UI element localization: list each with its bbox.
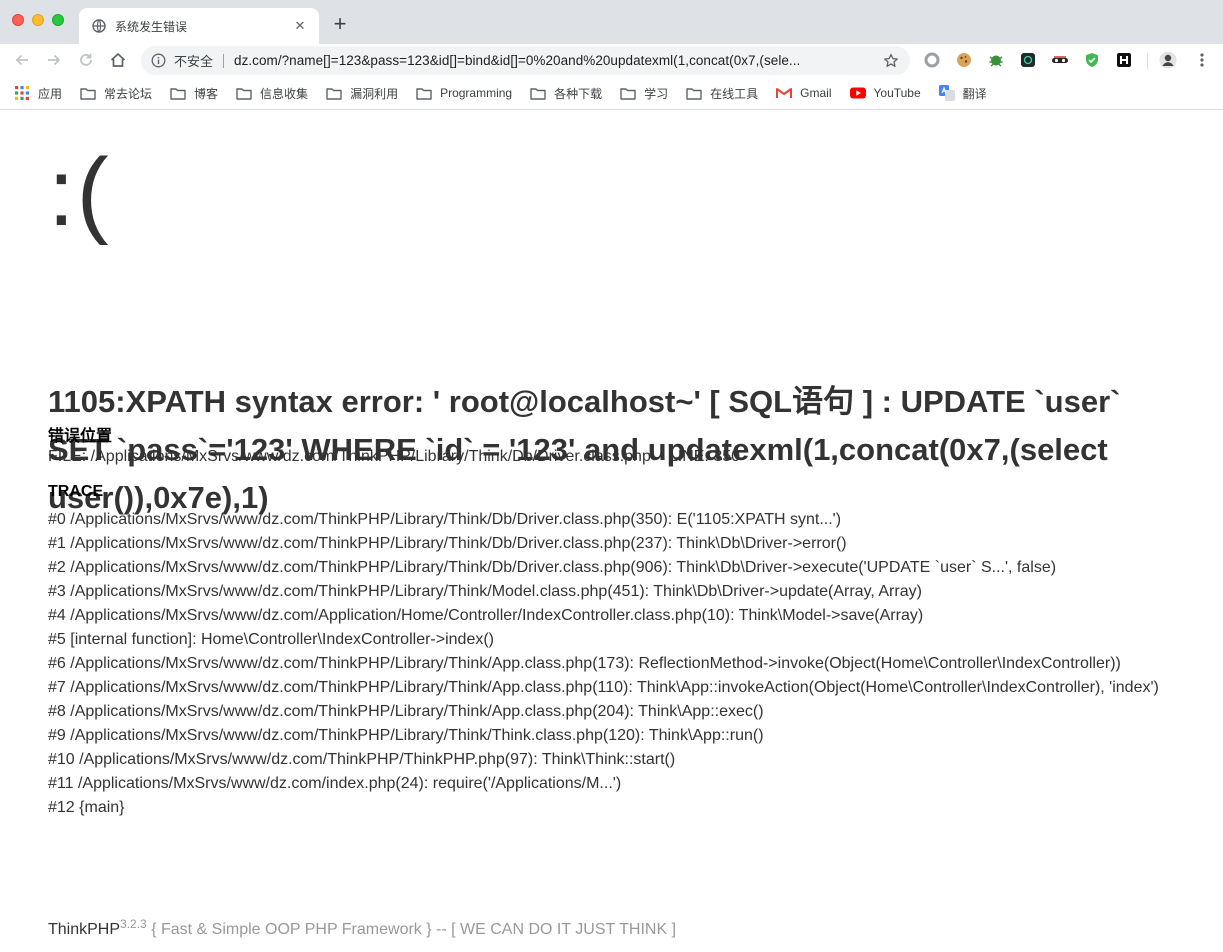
bookmark-folder[interactable]: 各种下载 bbox=[530, 85, 602, 102]
minimize-window-button[interactable] bbox=[32, 14, 44, 26]
framework-slogan: { Fast & Simple OOP PHP Framework } -- [… bbox=[151, 921, 677, 938]
trace-row: #1 /Applications/MxSrvs/www/dz.com/Think… bbox=[48, 535, 847, 552]
tab-title: 系统发生错误 bbox=[115, 19, 188, 34]
toolbar-divider bbox=[1147, 53, 1148, 69]
globe-icon bbox=[91, 18, 107, 34]
trace-row: #9 /Applications/MxSrvs/www/dz.com/Think… bbox=[48, 727, 764, 744]
new-tab-button[interactable]: + bbox=[330, 12, 350, 36]
folder-icon bbox=[236, 86, 252, 100]
folder-icon bbox=[416, 86, 432, 100]
tab-close-icon[interactable]: ✕ bbox=[291, 17, 309, 35]
address-bar[interactable]: 不安全 dz.com/?name[]=123&pass=123&id[]=bin… bbox=[141, 46, 910, 75]
trace-list: #0 /Applications/MxSrvs/www/dz.com/Think… bbox=[48, 508, 1188, 820]
tab-strip: 系统发生错误 ✕ + bbox=[0, 0, 1223, 44]
bookmark-label: 各种下载 bbox=[554, 86, 603, 101]
home-icon[interactable] bbox=[107, 49, 129, 71]
shield-extension-icon[interactable] bbox=[1083, 51, 1101, 69]
trace-row: #2 /Applications/MxSrvs/www/dz.com/Think… bbox=[48, 559, 1057, 576]
info-icon[interactable] bbox=[150, 53, 166, 69]
error-file-line: FILE: /Applications/MxSrvs/www/dz.com/Th… bbox=[48, 448, 740, 466]
menu-kebab-icon[interactable] bbox=[1193, 51, 1211, 69]
trace-row: #12 {main} bbox=[48, 799, 125, 816]
trace-row: #10 /Applications/MxSrvs/www/dz.com/Thin… bbox=[48, 751, 676, 768]
cookie-extension-icon[interactable] bbox=[955, 51, 973, 69]
bookmark-folder[interactable]: 学习 bbox=[620, 85, 668, 102]
trace-row: #4 /Applications/MxSrvs/www/dz.com/Appli… bbox=[48, 607, 924, 624]
trace-row: #6 /Applications/MxSrvs/www/dz.com/Think… bbox=[48, 655, 1121, 672]
zoom-window-button[interactable] bbox=[52, 14, 64, 26]
gmail-icon bbox=[776, 86, 793, 100]
bookmark-star-icon[interactable] bbox=[882, 52, 900, 70]
bookmark-apps[interactable]: 应用 bbox=[14, 85, 62, 102]
bookmark-folder[interactable]: 常去论坛 bbox=[80, 85, 152, 102]
bookmark-label: 学习 bbox=[644, 86, 669, 101]
close-window-button[interactable] bbox=[12, 14, 24, 26]
error-line: LINE: 350 bbox=[668, 448, 741, 465]
bookmark-label: 应用 bbox=[38, 86, 63, 101]
framework-brand[interactable]: ThinkPHP bbox=[48, 921, 120, 938]
translate-icon bbox=[938, 85, 955, 101]
bookmark-translate[interactable]: 翻译 bbox=[938, 85, 987, 102]
profile-avatar[interactable] bbox=[1159, 51, 1177, 69]
active-tab[interactable]: 系统发生错误 ✕ bbox=[79, 8, 319, 44]
trace-row: #5 [internal function]: Home\Controller\… bbox=[48, 631, 494, 648]
bookmark-label: 常去论坛 bbox=[104, 86, 153, 101]
trace-row: #7 /Applications/MxSrvs/www/dz.com/Think… bbox=[48, 679, 1159, 696]
folder-icon bbox=[620, 86, 636, 100]
folder-icon bbox=[686, 86, 702, 100]
sad-face: :( bbox=[48, 139, 111, 246]
bookmark-label: 信息收集 bbox=[260, 86, 309, 101]
window-controls bbox=[12, 14, 64, 26]
bookmark-label: YouTube bbox=[873, 86, 921, 100]
bookmark-gmail[interactable]: Gmail bbox=[776, 86, 832, 100]
folder-icon bbox=[170, 86, 186, 100]
trace-row: #11 /Applications/MxSrvs/www/dz.com/inde… bbox=[48, 775, 622, 792]
bookmark-label: 翻译 bbox=[962, 86, 987, 101]
forward-icon[interactable] bbox=[43, 49, 65, 71]
bookmark-youtube[interactable]: YouTube bbox=[849, 86, 921, 100]
bug-extension-icon[interactable] bbox=[987, 51, 1005, 69]
back-icon[interactable] bbox=[11, 49, 33, 71]
reload-icon[interactable] bbox=[75, 49, 97, 71]
bookmark-folder[interactable]: 在线工具 bbox=[686, 85, 758, 102]
youtube-icon bbox=[849, 86, 866, 100]
dark-extension-icon[interactable] bbox=[1019, 51, 1037, 69]
trace-row: #8 /Applications/MxSrvs/www/dz.com/Think… bbox=[48, 703, 764, 720]
omnibox-divider bbox=[223, 53, 225, 68]
folder-icon bbox=[80, 86, 96, 100]
folder-icon bbox=[530, 86, 546, 100]
trace-row: #0 /Applications/MxSrvs/www/dz.com/Think… bbox=[48, 511, 842, 528]
trace-title: TRACE bbox=[48, 483, 104, 500]
folder-icon bbox=[326, 86, 342, 100]
error-location-title: 错误位置 bbox=[48, 428, 113, 445]
bookmark-label: Gmail bbox=[800, 86, 832, 100]
bookmark-folder[interactable]: 漏洞利用 bbox=[326, 85, 398, 102]
framework-version: 3.2.3 bbox=[120, 917, 147, 931]
error-file: FILE: /Applications/MxSrvs/www/dz.com/Th… bbox=[48, 448, 651, 465]
bookmark-label: 漏洞利用 bbox=[350, 86, 399, 101]
bookmark-folder[interactable]: Programming bbox=[416, 86, 512, 100]
url-text[interactable]: dz.com/?name[]=123&pass=123&id[]=bind&id… bbox=[234, 53, 874, 68]
bookmark-label: Programming bbox=[440, 86, 513, 100]
bookmark-folder[interactable]: 信息收集 bbox=[236, 85, 308, 102]
h-extension-icon[interactable] bbox=[1115, 51, 1133, 69]
spy-extension-icon[interactable] bbox=[1051, 51, 1069, 69]
apps-grid-icon bbox=[14, 86, 30, 100]
bookmark-folder[interactable]: 博客 bbox=[170, 85, 218, 102]
extension-circle-icon[interactable] bbox=[923, 51, 941, 69]
framework-footer: ThinkPHP3.2.3 { Fast & Simple OOP PHP Fr… bbox=[48, 917, 676, 939]
security-label[interactable]: 不安全 bbox=[174, 51, 213, 70]
browser-toolbar: 不安全 dz.com/?name[]=123&pass=123&id[]=bin… bbox=[0, 44, 1223, 77]
trace-row: #3 /Applications/MxSrvs/www/dz.com/Think… bbox=[48, 583, 922, 600]
bookmark-label: 在线工具 bbox=[710, 86, 759, 101]
bookmark-label: 博客 bbox=[194, 86, 219, 101]
bookmarks-bar: 应用 常去论坛 博客 信息收集 漏洞利用 Programming 各种下载 学习… bbox=[0, 77, 1223, 110]
